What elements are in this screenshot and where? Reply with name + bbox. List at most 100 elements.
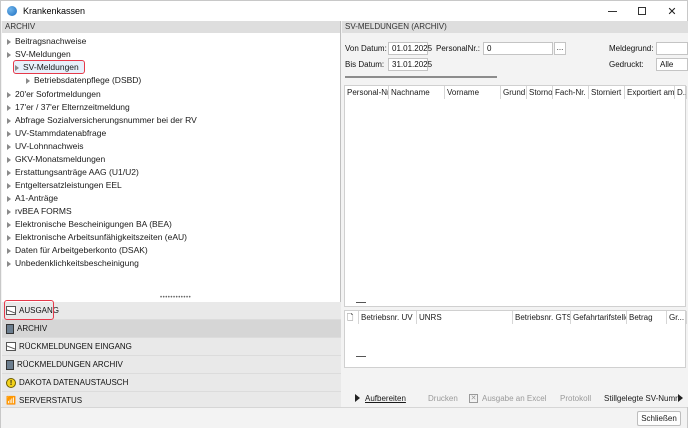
meldungen-column-header[interactable]: Storno <box>527 86 553 99</box>
meldungen-column-header[interactable]: Storniert <box>589 86 625 99</box>
tree-item-label: Beitragsnachweise <box>15 36 87 46</box>
nav-label: RÜCKMELDUNGEN ARCHIV <box>17 360 123 369</box>
expand-arrow-icon[interactable] <box>7 209 11 215</box>
von-datum-input[interactable]: 01.01.2025 <box>388 42 432 55</box>
footer: Schließen <box>1 407 687 428</box>
gedruckt-label: Gedruckt: <box>609 60 644 69</box>
nav-rueckmeldungen-eingang[interactable]: RÜCKMELDUNGEN EINGANG <box>2 338 341 356</box>
archiv-highlight <box>4 300 54 320</box>
uv-column-header[interactable]: Betriebsnr. GTS <box>513 311 571 324</box>
uv-column-header[interactable]: Betrag <box>627 311 667 324</box>
warning-icon: ! <box>6 377 16 388</box>
personalnr-label: PersonalNr.: <box>436 44 481 53</box>
nav-dakota-datenaustausch[interactable]: ! DAKOTA DATENAUSTAUSCH <box>2 374 341 392</box>
meldungen-column-header[interactable]: Fach-Nr. <box>553 86 589 99</box>
close-window-button[interactable]: ✕ <box>657 1 687 21</box>
nav-archiv[interactable]: ARCHIV <box>2 320 341 338</box>
splitter-handle[interactable]: •••••••••••• <box>160 295 191 301</box>
minimize-button[interactable] <box>597 1 627 21</box>
uv-column-header[interactable]: Gr... <box>667 311 687 324</box>
meldungen-table: Personal-Nr. Nachname Vorname Grund Storno Fa… <box>344 85 687 307</box>
nav-label: SERVERSTATUS <box>19 396 83 405</box>
archive-icon <box>6 359 14 370</box>
gedruckt-select[interactable]: Alle <box>656 58 688 71</box>
expand-arrow-icon[interactable] <box>7 144 11 150</box>
maximize-icon <box>638 7 646 15</box>
bis-datum-label: Bis Datum: <box>345 60 385 69</box>
tree-item-label: 20'er Sofortmeldungen <box>15 89 101 99</box>
minimize-icon <box>607 10 617 12</box>
expand-arrow-icon[interactable] <box>7 118 11 124</box>
expand-arrow-icon[interactable] <box>7 248 11 254</box>
uv-column-header[interactable]: Betriebsnr. UV <box>359 311 417 324</box>
meldegrund-label: Meldegrund: <box>609 44 654 53</box>
uv-column-header[interactable]: Gefahrtarifstelle <box>571 311 627 324</box>
main-window: Krankenkassen ✕ ARCHIV Beitragsnachweise… <box>0 0 688 428</box>
expand-arrow-icon[interactable] <box>7 39 11 45</box>
maximize-button[interactable] <box>627 1 657 21</box>
chart-icon: 📶 <box>6 396 16 405</box>
tree-item-label: Entgeltersatzleistungen EEL <box>15 180 122 190</box>
meldungen-column-header[interactable]: Personal-Nr. <box>345 86 389 99</box>
tree-item-label: Unbedenklichkeitsbescheinigung <box>15 258 139 268</box>
meldungen-column-header[interactable]: Vorname <box>445 86 501 99</box>
nav-rueckmeldungen-archiv[interactable]: RÜCKMELDUNGEN ARCHIV <box>2 356 341 374</box>
personalnr-input[interactable]: 0 <box>483 42 553 55</box>
action-bar: Aufbereiten Drucken ✕ Ausgabe an Excel P… <box>342 390 688 407</box>
title-bar: Krankenkassen ✕ <box>1 1 687 21</box>
unfallversicherung-table: 🗋 Betriebsnr. UV UNRS Betriebsnr. GTS Gefahr… <box>344 310 687 368</box>
expand-arrow-icon[interactable] <box>15 65 19 71</box>
drucken-button[interactable]: Drucken <box>428 390 458 407</box>
tree-item-label: A1-Anträge <box>15 193 58 203</box>
uv-column-header[interactable]: UNRS <box>417 311 513 324</box>
expand-arrow-icon[interactable] <box>7 261 11 267</box>
left-pane-header: ARCHIV <box>2 21 340 33</box>
table-divider <box>356 302 366 303</box>
window-title: Krankenkassen <box>23 6 86 16</box>
tree-item-label: Daten für Arbeitgeberkonto (DSAK) <box>15 245 148 255</box>
right-pane-header: SV-MELDUNGEN (ARCHIV) <box>342 21 688 33</box>
expand-arrow-icon[interactable] <box>7 92 11 98</box>
meldungen-column-header[interactable]: Exportiert am <box>625 86 675 99</box>
expand-arrow-icon[interactable] <box>7 157 11 163</box>
stillgelegte-button[interactable]: Stillgelegte SV-Numr <box>604 390 678 407</box>
right-pane: SV-MELDUNGEN (ARCHIV) Von Datum: 01.01.2… <box>342 21 688 407</box>
meldegrund-select[interactable] <box>656 42 688 55</box>
schliessen-button[interactable]: Schließen <box>637 411 681 426</box>
expand-arrow-icon[interactable] <box>7 52 11 58</box>
expand-arrow-icon[interactable] <box>7 222 11 228</box>
scroll-right-icon[interactable] <box>678 394 683 402</box>
personalnr-browse-button[interactable]: ... <box>554 42 566 55</box>
expand-arrow-icon[interactable] <box>7 235 11 241</box>
horizontal-scrollbar[interactable] <box>345 76 497 78</box>
archive-icon <box>6 323 14 334</box>
expand-arrow-icon[interactable] <box>7 170 11 176</box>
tree-item-label: SV-Meldungen <box>23 62 79 72</box>
nav-label: RÜCKMELDUNGEN EINGANG <box>19 342 132 351</box>
meldungen-column-header[interactable]: D... <box>675 86 687 99</box>
expand-arrow-icon[interactable] <box>7 183 11 189</box>
tree-item-label: Erstattungsanträge AAG (U1/U2) <box>15 167 139 177</box>
tree-item-label: rvBEA FORMS <box>15 206 72 216</box>
table-divider <box>356 356 366 357</box>
meldungen-column-header[interactable]: Nachname <box>389 86 445 99</box>
tree-item-label: UV-Lohnnachweis <box>15 141 84 151</box>
play-icon <box>355 394 360 402</box>
tree-item-label: Betriebsdatenpflege (DSBD) <box>34 75 142 85</box>
envelope-icon <box>6 342 16 351</box>
ausgabe-excel-button[interactable]: Ausgabe an Excel <box>482 390 547 407</box>
document-icon[interactable]: 🗋 <box>345 311 359 324</box>
expand-arrow-icon[interactable] <box>7 196 11 202</box>
app-icon <box>7 6 17 16</box>
tree-item-label: UV-Stammdatenabfrage <box>15 128 107 138</box>
expand-arrow-icon[interactable] <box>26 78 30 84</box>
meldungen-column-header[interactable]: Grund <box>501 86 527 99</box>
aufbereiten-button[interactable]: Aufbereiten <box>365 390 406 407</box>
bis-datum-input[interactable]: 31.01.2025 <box>388 58 432 71</box>
tree-item-label: Abfrage Sozialversicherungsnummer bei de… <box>15 115 197 125</box>
nav-label: ARCHIV <box>17 324 48 333</box>
tree-item-label: Elektronische Arbeitsunfähigkeitszeiten … <box>15 232 187 242</box>
expand-arrow-icon[interactable] <box>7 105 11 111</box>
protokoll-button[interactable]: Protokoll <box>560 390 591 407</box>
expand-arrow-icon[interactable] <box>7 131 11 137</box>
